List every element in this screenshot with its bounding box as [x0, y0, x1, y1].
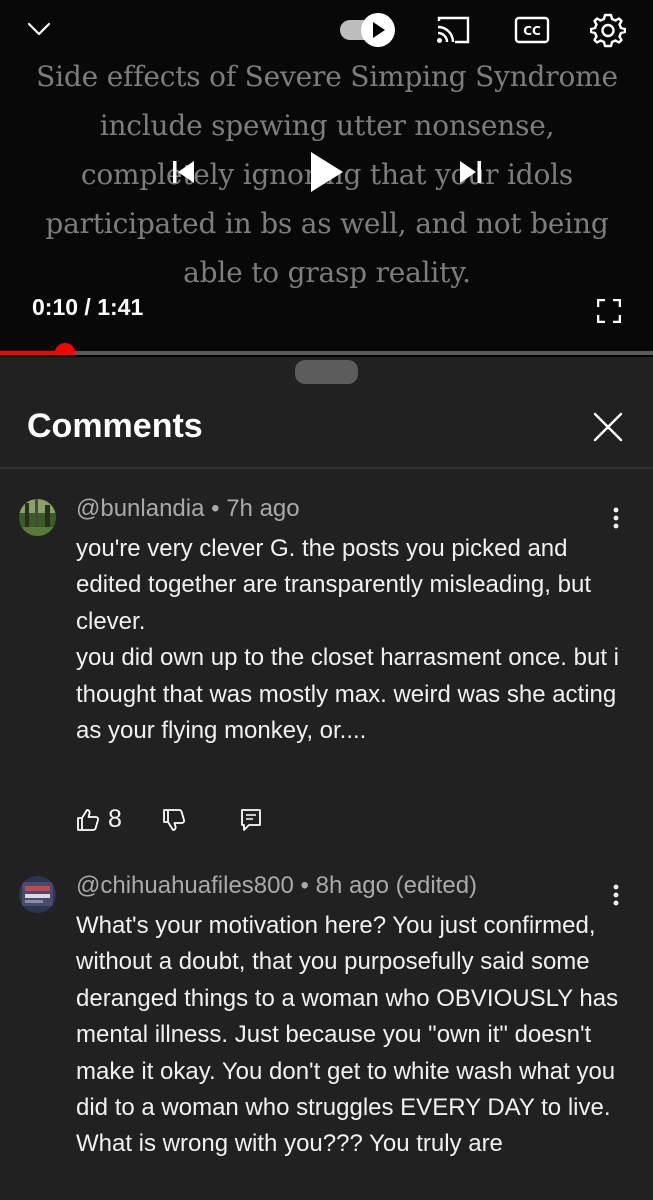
- thumbs-down-icon: [163, 808, 185, 831]
- avatar[interactable]: [19, 876, 56, 913]
- comment-paragraph: you're very clever G. the posts you pick…: [76, 535, 591, 635]
- next-icon[interactable]: [450, 152, 490, 192]
- previous-icon[interactable]: [164, 152, 204, 192]
- drag-handle[interactable]: [295, 360, 358, 384]
- dislike-button[interactable]: [162, 808, 186, 832]
- comments-sheet: Comments @bunlandia • 7h ago you're very…: [0, 357, 653, 1200]
- like-count: 8: [108, 805, 122, 833]
- divider: [0, 467, 653, 469]
- comment-text: What's your motivation here? You just co…: [76, 908, 626, 1163]
- reply-button[interactable]: [240, 808, 262, 832]
- thumbs-up-icon: [77, 808, 100, 831]
- more-options-icon[interactable]: [603, 878, 629, 912]
- screen: Side effects of Severe Simping Syndrome …: [0, 0, 653, 1200]
- comment-meta: @bunlandia • 7h ago: [76, 495, 300, 522]
- comments-title: Comments: [27, 407, 203, 445]
- gear-icon[interactable]: [588, 10, 628, 50]
- comment-paragraph: What's your motivation here? You just co…: [76, 912, 619, 1158]
- time-display: 0:10 / 1:41: [32, 294, 144, 320]
- play-icon[interactable]: [302, 146, 352, 198]
- video-player[interactable]: Side effects of Severe Simping Syndrome …: [0, 0, 653, 355]
- avatar[interactable]: [19, 499, 56, 536]
- progress-scrubber[interactable]: [54, 343, 75, 355]
- autoplay-toggle-icon[interactable]: [338, 12, 398, 48]
- cast-icon[interactable]: [434, 12, 472, 48]
- chevron-down-icon[interactable]: [22, 12, 56, 46]
- reply-icon: [241, 808, 261, 831]
- comment-paragraph: you did own up to the closet harrasment …: [76, 644, 619, 745]
- comment-actions: 8: [76, 805, 262, 834]
- comment-text: you're very clever G. the posts you pick…: [76, 531, 626, 749]
- more-options-icon[interactable]: [603, 501, 629, 535]
- comment-meta: @chihuahuafiles800 • 8h ago (edited): [76, 872, 478, 899]
- like-button[interactable]: 8: [76, 805, 122, 834]
- progress-bar[interactable]: [0, 343, 653, 355]
- cc-icon[interactable]: CC: [512, 12, 552, 48]
- fullscreen-icon[interactable]: [592, 294, 626, 328]
- close-icon[interactable]: [588, 407, 628, 447]
- svg-text:CC: CC: [523, 24, 541, 38]
